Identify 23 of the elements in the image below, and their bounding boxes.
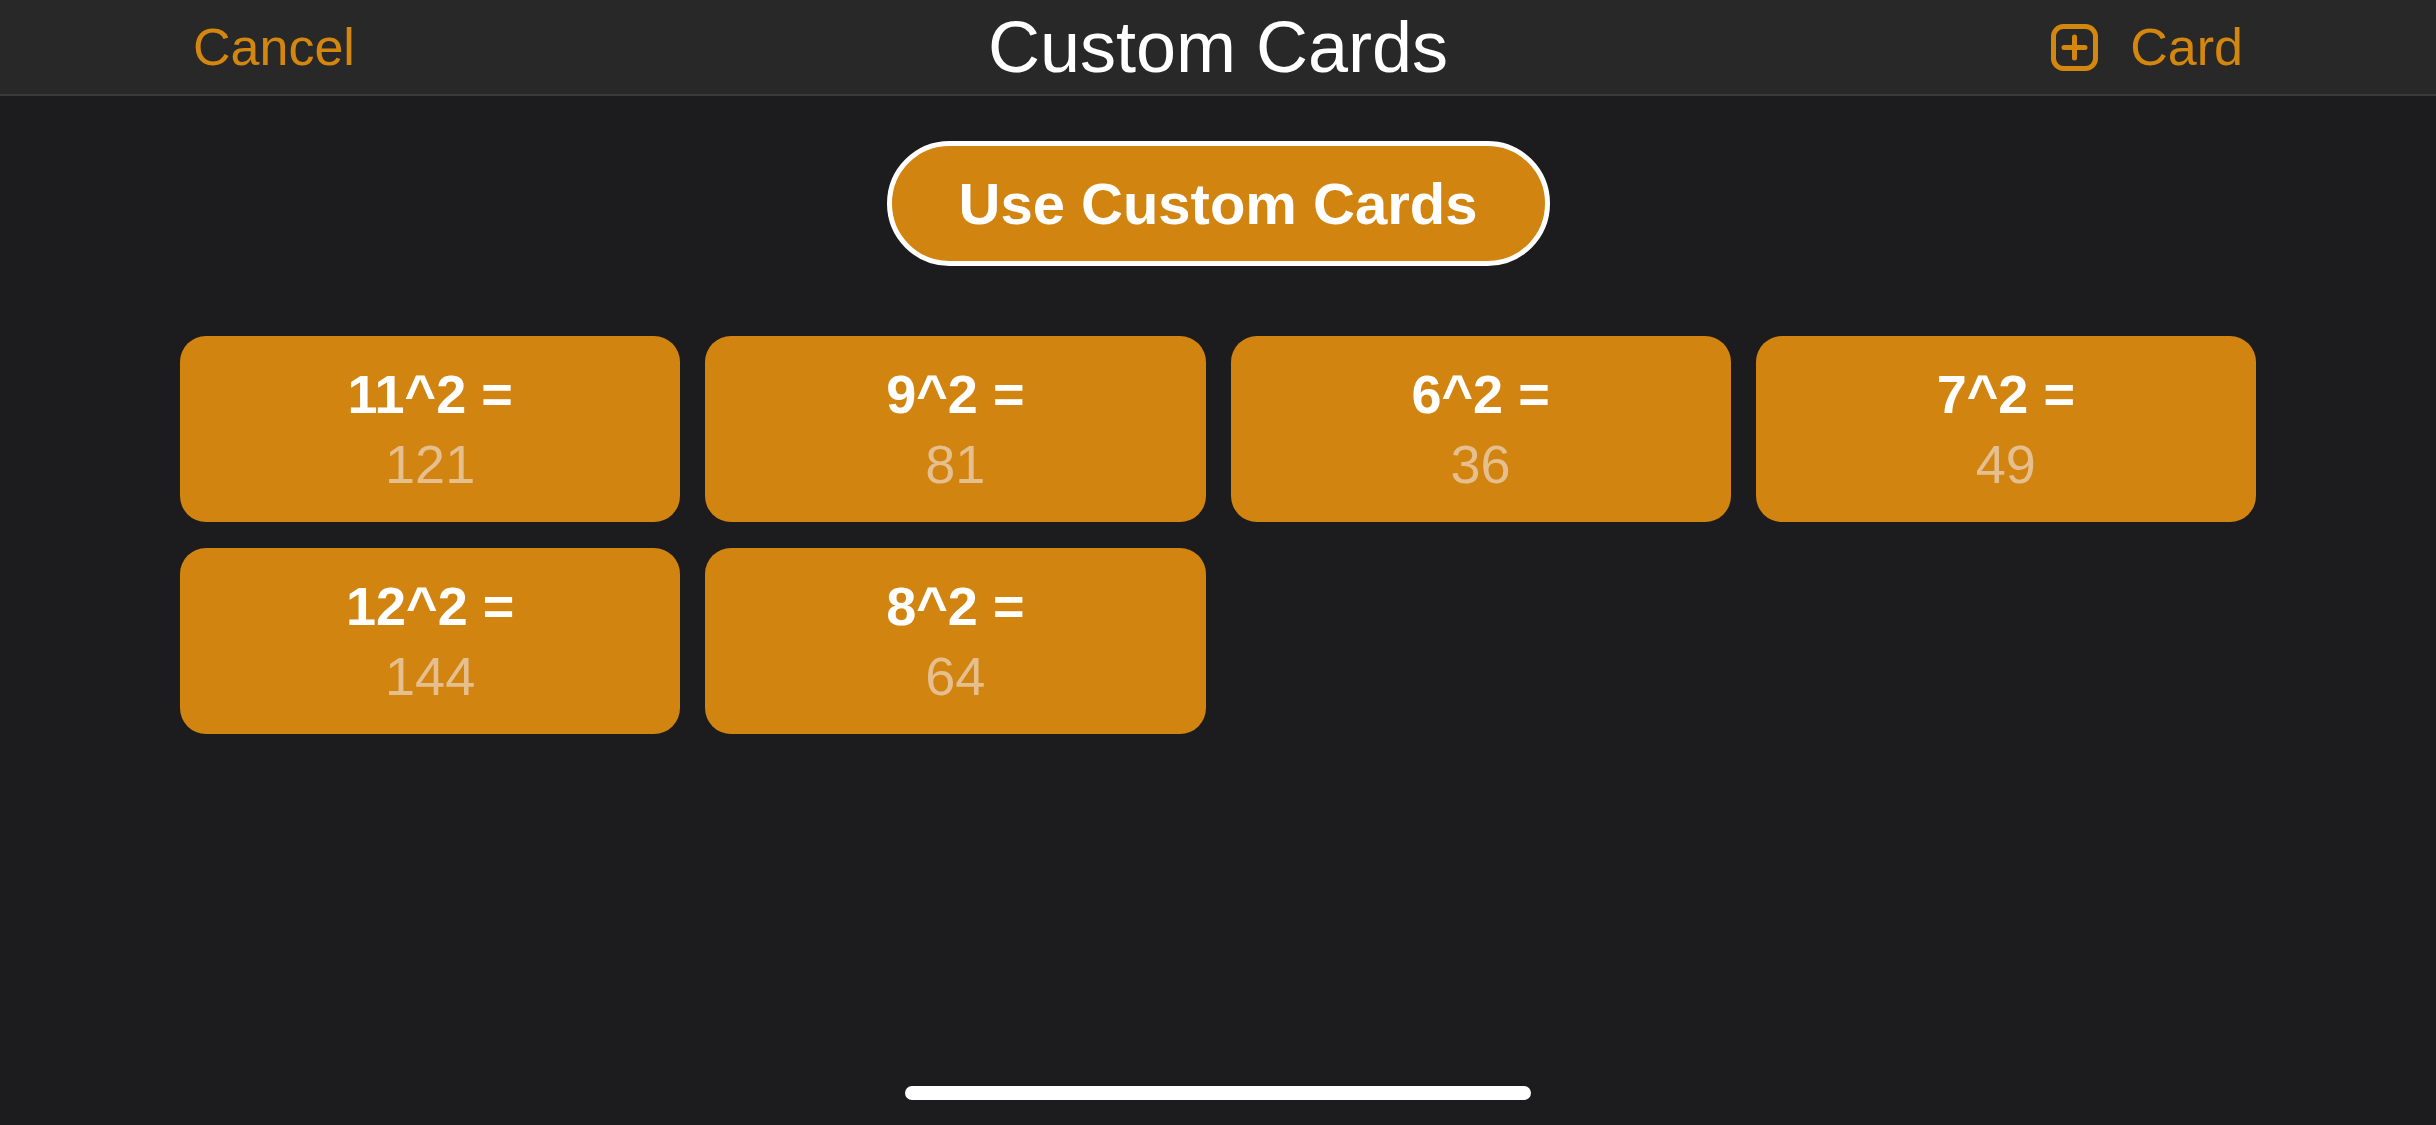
- flash-card[interactable]: 12^2 = 144: [180, 548, 681, 734]
- cancel-button[interactable]: Cancel: [193, 17, 355, 77]
- add-card-button[interactable]: Card: [2051, 17, 2243, 77]
- flash-card[interactable]: 8^2 = 64: [705, 548, 1206, 734]
- card-answer: 36: [1450, 433, 1511, 496]
- card-answer: 81: [925, 433, 986, 496]
- plus-square-icon: [2051, 23, 2099, 71]
- flash-card[interactable]: 7^2 = 49: [1755, 336, 2256, 522]
- card-answer: 64: [925, 645, 986, 708]
- use-custom-cards-button[interactable]: Use Custom Cards: [886, 141, 1550, 266]
- nav-title: Custom Cards: [987, 7, 1449, 87]
- card-question: 11^2 =: [347, 363, 513, 426]
- card-question: 12^2 =: [346, 575, 515, 638]
- flash-card[interactable]: 11^2 = 121: [180, 336, 681, 522]
- card-question: 6^2 =: [1411, 363, 1550, 426]
- flash-card[interactable]: 9^2 = 81: [705, 336, 1206, 522]
- card-question: 8^2 =: [886, 575, 1025, 638]
- card-answer: 121: [385, 433, 476, 496]
- card-answer: 144: [385, 645, 476, 708]
- flash-card[interactable]: 6^2 = 36: [1230, 336, 1731, 522]
- card-answer: 49: [1975, 433, 2036, 496]
- card-question: 9^2 =: [886, 363, 1025, 426]
- card-question: 7^2 =: [1936, 363, 2075, 426]
